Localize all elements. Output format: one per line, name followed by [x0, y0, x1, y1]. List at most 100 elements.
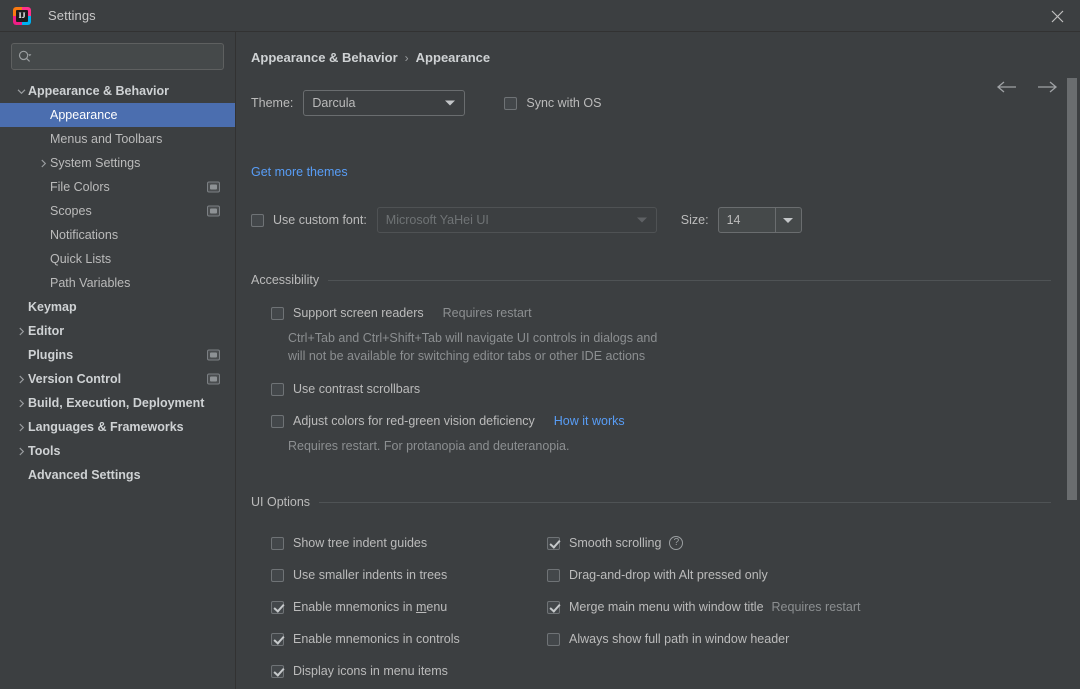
red-green-row: Adjust colors for red-green vision defic…: [271, 414, 625, 428]
sidebar-item-build-execution-deployment[interactable]: Build, Execution, Deployment: [0, 391, 235, 415]
settings-tree: Appearance & Behavior Appearance Menus and…: [0, 79, 235, 487]
sidebar-item-label: Keymap: [28, 300, 77, 314]
title-bar: IJ Settings: [0, 0, 1080, 32]
sidebar-item-label: Build, Execution, Deployment: [28, 396, 205, 410]
use-smaller-indents-in-trees-checkbox[interactable]: Use smaller indents in trees: [271, 568, 447, 582]
checkbox-box: [271, 536, 284, 550]
sidebar-item-notifications[interactable]: Notifications: [0, 223, 235, 247]
checkbox-label: Display icons in menu items: [293, 664, 448, 678]
use-contrast-scrollbars-checkbox[interactable]: Use contrast scrollbars: [271, 382, 420, 396]
sidebar-item-appearance-behavior[interactable]: Appearance & Behavior: [0, 79, 235, 103]
sidebar-item-keymap[interactable]: Keymap: [0, 295, 235, 319]
theme-row: Theme: Darcula Sync with OS: [251, 90, 601, 116]
screen-readers-desc-line2: will not be available for switching edit…: [288, 349, 646, 363]
ui-option-row: Drag-and-drop with Alt pressed only: [547, 559, 860, 591]
how-it-works-link[interactable]: How it works: [554, 414, 625, 428]
help-icon[interactable]: ?: [669, 536, 684, 550]
merge-main-menu-with-window-title-checkbox[interactable]: Merge main menu with window title: [547, 600, 764, 614]
section-divider: [319, 501, 1051, 503]
sidebar-item-tools[interactable]: Tools: [0, 439, 235, 463]
sidebar-item-quick-lists[interactable]: Quick Lists: [0, 247, 235, 271]
checkbox-box: [547, 632, 560, 646]
get-more-themes-link[interactable]: Get more themes: [251, 165, 348, 179]
custom-font-combobox[interactable]: Microsoft YaHei UI: [376, 207, 657, 233]
theme-label: Theme:: [251, 96, 294, 110]
chevron-down-icon[interactable]: [774, 208, 801, 232]
smooth-scrolling-checkbox[interactable]: Smooth scrolling: [547, 536, 661, 550]
sync-with-os-checkbox[interactable]: Sync with OS: [504, 96, 601, 110]
chevron-right-icon[interactable]: [14, 447, 28, 456]
get-more-themes-row: Get more themes: [251, 165, 348, 179]
checkbox-box: [251, 213, 264, 227]
font-size-spinner[interactable]: 14: [717, 207, 802, 233]
use-custom-font-checkbox[interactable]: Use custom font:: [251, 213, 367, 227]
sidebar-item-appearance[interactable]: Appearance: [0, 103, 235, 127]
chevron-right-icon[interactable]: [14, 327, 28, 336]
theme-combobox[interactable]: Darcula: [303, 90, 466, 116]
adjust-colors-red-green-checkbox[interactable]: Adjust colors for red-green vision defic…: [271, 414, 535, 428]
chevron-right-icon[interactable]: [14, 423, 28, 432]
enable-mnemonics-in-enu-checkbox[interactable]: Enable mnemonics in menu: [271, 600, 447, 614]
search-box[interactable]: [11, 43, 224, 70]
sidebar-item-editor[interactable]: Editor: [0, 319, 235, 343]
window-title: Settings: [48, 8, 96, 23]
checkbox-box: [271, 306, 284, 320]
chevron-right-icon[interactable]: [36, 159, 50, 168]
ui-option-row: Enable mnemonics in controls: [271, 623, 460, 655]
sidebar-item-label: Version Control: [28, 372, 122, 386]
checkbox-label: Always show full path in window header: [569, 632, 790, 646]
chevron-right-icon[interactable]: [14, 375, 28, 384]
search-input[interactable]: [37, 49, 217, 64]
custom-font-row: Use custom font: Microsoft YaHei UI Size…: [251, 207, 802, 233]
screen-readers-restart-note: Requires restart: [442, 306, 532, 320]
screen-readers-row: Support screen readers Requires restart: [271, 306, 532, 320]
sidebar-item-version-control[interactable]: Version Control: [0, 367, 235, 391]
support-screen-readers-checkbox[interactable]: Support screen readers: [271, 306, 424, 320]
use-custom-font-label: Use custom font:: [273, 213, 367, 227]
checkbox-box: [547, 568, 560, 582]
sidebar-item-label: Scopes: [50, 204, 92, 218]
ui-options-section-header: UI Options: [251, 495, 1051, 509]
accessibility-section-header: Accessibility: [251, 273, 1051, 287]
settings-sidebar: Appearance & Behavior Appearance Menus and…: [0, 32, 236, 689]
checkbox-label: Show tree indent guides: [293, 536, 428, 550]
font-size-value[interactable]: 14: [719, 208, 775, 232]
show-tree-indent-guides-checkbox[interactable]: Show tree indent guides: [271, 536, 427, 550]
always-show-full-path-in-window-header-checkbox[interactable]: Always show full path in window header: [547, 632, 789, 646]
ui-option-row: Use smaller indents in trees: [271, 559, 460, 591]
custom-font-value: Microsoft YaHei UI: [385, 213, 489, 227]
section-divider: [328, 279, 1051, 281]
sidebar-item-advanced-settings[interactable]: Advanced Settings: [0, 463, 235, 487]
sidebar-item-label: Menus and Toolbars: [50, 132, 163, 146]
sidebar-item-label: Advanced Settings: [28, 468, 141, 482]
chevron-right-icon[interactable]: [14, 399, 28, 408]
search-container: [0, 32, 235, 70]
sidebar-item-file-colors[interactable]: File Colors: [0, 175, 235, 199]
enable-mnemonics-in-controls-checkbox[interactable]: Enable mnemonics in controls: [271, 632, 460, 646]
vertical-scrollbar-thumb[interactable]: [1067, 78, 1077, 500]
sidebar-item-languages-frameworks[interactable]: Languages & Frameworks: [0, 415, 235, 439]
settings-dialog: IJ Settings Appearance & Behavior Appear…: [0, 0, 1080, 689]
sidebar-item-system-settings[interactable]: System Settings: [0, 151, 235, 175]
adjust-colors-red-green-label: Adjust colors for red-green vision defic…: [293, 414, 535, 428]
checkbox-label: Use smaller indents in trees: [293, 568, 448, 582]
requires-restart-note: Requires restart: [771, 600, 861, 614]
intellij-idea-logo-icon: IJ: [13, 6, 31, 25]
sidebar-item-plugins[interactable]: Plugins: [0, 343, 235, 367]
chevron-down-icon: [636, 217, 647, 223]
settings-main-panel: Appearance & Behavior › Appearance Theme…: [237, 32, 1080, 689]
ui-options-left-column: Show tree indent guides Use smaller inden…: [271, 527, 460, 687]
sidebar-item-label: Tools: [28, 444, 61, 458]
sidebar-item-path-variables[interactable]: Path Variables: [0, 271, 235, 295]
support-screen-readers-label: Support screen readers: [293, 306, 424, 320]
accessibility-title: Accessibility: [251, 273, 320, 287]
chevron-down-icon[interactable]: [14, 87, 28, 96]
drag-and-drop-with-alt-pressed-only-checkbox[interactable]: Drag-and-drop with Alt pressed only: [547, 568, 768, 582]
sidebar-item-label: Appearance: [50, 108, 118, 122]
sidebar-item-menus-and-toolbars[interactable]: Menus and Toolbars: [0, 127, 235, 151]
close-icon[interactable]: [1035, 0, 1080, 32]
sidebar-item-scopes[interactable]: Scopes: [0, 199, 235, 223]
display-icons-in-menu-items-checkbox[interactable]: Display icons in menu items: [271, 664, 448, 678]
project-settings-badge-icon: [207, 373, 220, 385]
checkbox-label: Smooth scrolling: [569, 536, 662, 550]
